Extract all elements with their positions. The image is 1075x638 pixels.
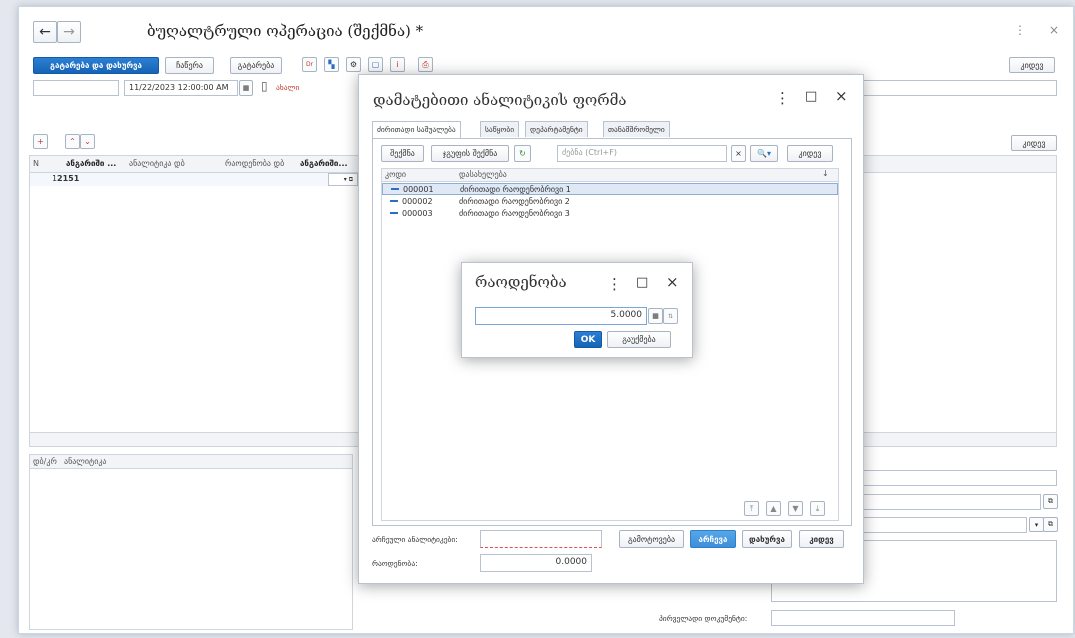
close-icon[interactable]: × <box>666 273 679 291</box>
ok-button[interactable]: OK <box>574 331 602 348</box>
more-button[interactable]: კიდევ <box>787 145 833 162</box>
list-item[interactable]: 000003 ძირითადი რაოდენობრივი 3 <box>382 208 838 220</box>
sort-icon: ↓ <box>822 169 829 178</box>
item-icon <box>391 188 399 190</box>
col-analytics: ანალიტიკა <box>64 457 107 466</box>
tab-fixed-assets[interactable]: ძირითადი საშუალება <box>372 121 461 138</box>
info-icon[interactable]: ⅰ <box>390 57 405 72</box>
add-row-icon[interactable]: + <box>33 134 48 149</box>
copy-icon-2[interactable]: ⧉ <box>1043 517 1058 532</box>
tab-warehouse[interactable]: საწყობი <box>480 121 520 137</box>
cancel-button[interactable]: გაუქმება <box>607 331 671 348</box>
more-button-2[interactable]: კიდევ <box>1011 135 1057 151</box>
account-credit-input[interactable]: ▾ ⧉ <box>328 173 358 186</box>
refresh-icon[interactable]: ↻ <box>514 145 531 162</box>
item-icon <box>390 200 398 202</box>
analytics-grid-header: დბ/კრ ანალიტიკა <box>30 455 352 469</box>
maximize-icon[interactable]: □ <box>805 89 817 104</box>
item-code: 000003 <box>402 209 433 218</box>
more-vert-icon[interactable]: ⋮ <box>607 275 622 293</box>
date-field[interactable]: 11/22/2023 12:00:00 AM <box>124 80 238 96</box>
col-code: კოდი <box>385 170 407 179</box>
item-name: ძირითადი რაოდენობრივი 2 <box>459 197 570 206</box>
item-code: 000001 <box>403 185 434 194</box>
col-account-debit: ანგარიში ... <box>66 159 117 168</box>
tab-employee[interactable]: თანამშრომელი <box>603 121 670 137</box>
comment-field[interactable] <box>857 80 1057 96</box>
item-name: ძირითადი რაოდენობრივი 3 <box>459 209 570 218</box>
col-analytics-debit: ანალიტიკა დბ <box>129 159 185 168</box>
more-button[interactable]: კიდევ <box>1009 57 1055 73</box>
selected-analytics-label: არჩეული ანალიტიკები: <box>372 535 458 544</box>
list-header: კოდი დასახელება ↓ <box>382 169 838 182</box>
post-button[interactable]: გატარება <box>230 57 282 74</box>
print-icon[interactable]: ⎙ <box>418 57 433 72</box>
analytics-grid: დბ/კრ ანალიტიკა <box>29 454 353 630</box>
calendar-icon[interactable]: ▦ <box>239 80 253 96</box>
item-code: 000002 <box>402 197 433 206</box>
tab-department[interactable]: დეპარტამენტი <box>525 121 588 137</box>
stepper-icon[interactable]: ⇅ <box>663 308 678 324</box>
window-title: ბუღალტრული ოპერაცია (შექმნა) * <box>147 22 424 40</box>
back-button[interactable]: ← <box>33 21 57 43</box>
settings-report-icon[interactable]: ⚙ <box>346 57 361 72</box>
quantity-input[interactable]: 5.0000 <box>475 307 647 325</box>
quantity-field[interactable]: 0.0000 <box>480 554 592 572</box>
quantity-dialog-title: რაოდენობა <box>475 273 567 291</box>
more-vert-icon[interactable]: ⋮ <box>775 89 790 107</box>
move-up-icon[interactable]: ⌃ <box>65 134 80 149</box>
dialog-title: დამატებითი ანალიტიკის ფორმა <box>373 91 627 109</box>
dr-cr-icon[interactable]: Dr <box>302 57 317 72</box>
calculator-icon[interactable]: ▦ <box>648 308 663 324</box>
tab-bar: ძირითადი საშუალება საწყობი დეპარტამენტი … <box>372 121 852 139</box>
close-icon[interactable]: × <box>835 87 848 105</box>
quantity-label: რაოდენობა: <box>372 559 418 568</box>
move-down-icon[interactable]: ⌄ <box>80 134 95 149</box>
col-dr-cr: დბ/კრ <box>33 457 57 466</box>
col-account-credit: ანგარიში... <box>300 159 348 168</box>
record-button[interactable]: ჩაწერა <box>165 57 214 74</box>
item-name: ძირითადი რაოდენობრივი 1 <box>460 185 571 194</box>
search-button[interactable]: 🔍▾ <box>750 145 778 162</box>
quantity-dialog: რაოდენობა ⋮ □ × 5.0000 ▦ ⇅ OK გაუქმება <box>461 262 693 358</box>
clear-search-icon[interactable]: × <box>731 145 746 162</box>
more-vert-icon[interactable]: ⋮ <box>1014 23 1026 37</box>
scroll-bottom-icon[interactable]: ⤓ <box>810 501 825 516</box>
search-input[interactable]: ძებნა (Ctrl+F) <box>557 145 727 162</box>
col-n: N <box>33 159 39 168</box>
choose-button[interactable]: არჩევა <box>690 530 736 548</box>
scroll-top-icon[interactable]: ⤒ <box>744 501 759 516</box>
col-name: დასახელება <box>459 170 507 179</box>
primary-doc-field[interactable] <box>771 610 955 626</box>
scroll-up-icon[interactable]: ▲ <box>766 501 781 516</box>
more-button-2[interactable]: კიდევ <box>799 530 844 548</box>
forward-button[interactable]: → <box>57 21 81 43</box>
close-button[interactable]: დახურვა <box>742 530 792 548</box>
selected-analytics-field[interactable] <box>480 530 602 548</box>
scroll-down-icon[interactable]: ▼ <box>788 501 803 516</box>
primary-doc-label: პირველადი დოკუმენტი: <box>659 614 748 623</box>
col-qty-debit: რაოდენობა დბ <box>225 159 285 168</box>
copy-icon[interactable]: ⧉ <box>1043 494 1058 509</box>
structure-icon[interactable]: ▚ <box>324 57 339 72</box>
maximize-icon[interactable]: □ <box>636 275 648 290</box>
create-group-button[interactable]: ჯგუფის შექმნა <box>431 145 509 162</box>
dropdown-icon[interactable]: ▾ <box>1029 517 1044 532</box>
list-item[interactable]: 000001 ძირითადი რაოდენობრივი 1 <box>382 183 838 195</box>
row-account: 2151 <box>57 174 80 183</box>
create-button[interactable]: შექმნა <box>381 145 424 162</box>
list-item[interactable]: 000002 ძირითადი რაოდენობრივი 2 <box>382 196 838 208</box>
number-field[interactable] <box>33 80 119 96</box>
table-row[interactable]: 1 2151 ▾ ⧉ <box>30 173 370 186</box>
close-icon[interactable]: × <box>1049 23 1059 37</box>
document-icon[interactable]: ▢ <box>368 57 383 72</box>
item-icon <box>390 212 398 214</box>
new-label: ახალი <box>276 83 300 92</box>
page-icon: ▯ <box>261 79 268 93</box>
exclude-button[interactable]: გამოტოვება <box>619 530 684 548</box>
post-and-close-button[interactable]: გატარება და დახურვა <box>33 57 159 74</box>
